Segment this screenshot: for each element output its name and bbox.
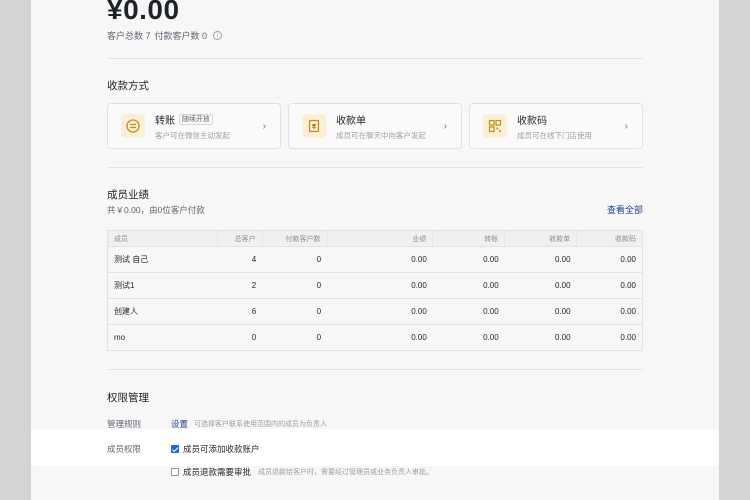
cell-total-customers: 2 (217, 272, 263, 299)
table-row: 测试 自己 4 0 0.00 0.00 0.00 0.00 (107, 246, 643, 273)
cell-receipt: 0.00 (504, 324, 577, 351)
rule-hint: 可选择客户联系使用范围内的成员为负责人 (194, 421, 327, 428)
column-header: 付款客户数 (262, 230, 328, 247)
add-account-label: 成员可添加收款账户 (183, 444, 260, 454)
column-header: 总客户 (217, 230, 263, 247)
method-name: 收款单 (336, 115, 366, 127)
cell-performance: 0.00 (327, 324, 433, 351)
method-badge: 随续开放 (179, 113, 213, 125)
column-header: 收款码 (576, 230, 643, 247)
payment-method-transfer[interactable]: 转账 随续开放 客户可在微信主动发起 › (107, 103, 281, 149)
info-icon[interactable]: i (213, 31, 223, 40)
column-header: 业绩 (327, 230, 434, 247)
column-header: 转账 (432, 230, 506, 247)
refund-approval-option[interactable]: 成员退款需要审批 成员退款给客户时，需要经过管理员或业务负责人审批。 (171, 466, 433, 478)
table-row: 创建人 6 0 0.00 0.00 0.00 0.00 (107, 298, 643, 325)
method-name: 转账 (155, 115, 175, 127)
cell-receipt: 0.00 (504, 272, 577, 299)
paying-customers: 付款客户数 0 (154, 31, 208, 41)
member-permission-label: 成员权限 (107, 444, 142, 454)
cell-qr-code: 0.00 (576, 246, 643, 273)
cell-qr-code: 0.00 (576, 324, 643, 351)
refund-approval-label: 成员退款需要审批 (183, 467, 252, 477)
performance-title: 成员业绩 (107, 189, 149, 201)
cell-transfer: 0.00 (432, 324, 505, 351)
cell-paying-customers: 0 (262, 246, 328, 273)
table-header-row: 成员 总客户 付款客户数 业绩 转账 收款单 收款码 (107, 230, 643, 247)
performance-table: 成员 总客户 付款客户数 业绩 转账 收款单 收款码 测试 自己 4 0 0.0… (107, 230, 643, 351)
divider (107, 369, 643, 370)
cell-performance: 0.00 (327, 298, 433, 325)
qr-code-icon (483, 114, 507, 138)
cell-performance: 0.00 (327, 272, 433, 299)
chevron-right-icon: › (624, 121, 628, 132)
column-header: 收款单 (504, 230, 578, 247)
cell-qr-code: 0.00 (576, 298, 643, 325)
permissions-title: 权限管理 (107, 392, 149, 404)
cell-member: mo (107, 324, 218, 351)
cell-receipt: 0.00 (504, 298, 577, 325)
column-header: 成员 (107, 230, 218, 247)
method-name: 收款码 (517, 115, 547, 127)
add-account-option[interactable]: 成员可添加收款账户 (171, 443, 260, 455)
customer-total: 客户总数 7 (107, 31, 151, 41)
transfer-icon (121, 114, 145, 138)
table-row: mo 0 0 0.00 0.00 0.00 0.00 (107, 324, 643, 351)
refund-approval-checkbox[interactable] (171, 468, 179, 476)
method-desc: 成员可在线下门店使用 (517, 130, 592, 140)
method-desc: 客户可在微信主动发起 (155, 130, 230, 140)
cell-member: 测试 自己 (107, 246, 218, 273)
customer-stats: 客户总数 7 付款客户数 0 i (107, 29, 223, 42)
receipt-icon (302, 114, 326, 138)
cell-member: 测试1 (107, 272, 218, 299)
view-all-link[interactable]: 查看全部 (607, 203, 643, 216)
refund-approval-hint: 成员退款给客户时，需要经过管理员或业务负责人审批。 (258, 469, 434, 476)
cell-total-customers: 4 (217, 246, 263, 273)
cell-transfer: 0.00 (432, 272, 505, 299)
total-amount: ¥0.00 (107, 0, 180, 25)
cell-qr-code: 0.00 (576, 272, 643, 299)
cell-member: 创建人 (107, 298, 218, 325)
payment-methods-title: 收款方式 (107, 80, 149, 92)
cell-total-customers: 0 (217, 324, 263, 351)
cell-transfer: 0.00 (432, 298, 505, 325)
chevron-right-icon: › (443, 121, 447, 132)
cell-transfer: 0.00 (432, 246, 505, 273)
payment-method-receipt[interactable]: 收款单 成员可在聊天中向客户发起 › (288, 103, 462, 149)
table-row: 测试1 2 0 0.00 0.00 0.00 0.00 (107, 272, 643, 299)
divider (107, 167, 643, 168)
cell-performance: 0.00 (327, 246, 433, 273)
cell-paying-customers: 0 (262, 298, 328, 325)
divider (107, 58, 643, 59)
payment-method-qr-code[interactable]: 收款码 成员可在线下门店使用 › (469, 103, 643, 149)
cell-paying-customers: 0 (262, 272, 328, 299)
cell-total-customers: 6 (217, 298, 263, 325)
chevron-right-icon: › (262, 121, 266, 132)
add-account-checkbox[interactable] (171, 445, 179, 453)
method-desc: 成员可在聊天中向客户发起 (336, 130, 426, 140)
performance-subtitle: 共￥0.00，由0位客户付款 (107, 205, 205, 215)
cell-paying-customers: 0 (262, 324, 328, 351)
cell-receipt: 0.00 (504, 246, 577, 273)
